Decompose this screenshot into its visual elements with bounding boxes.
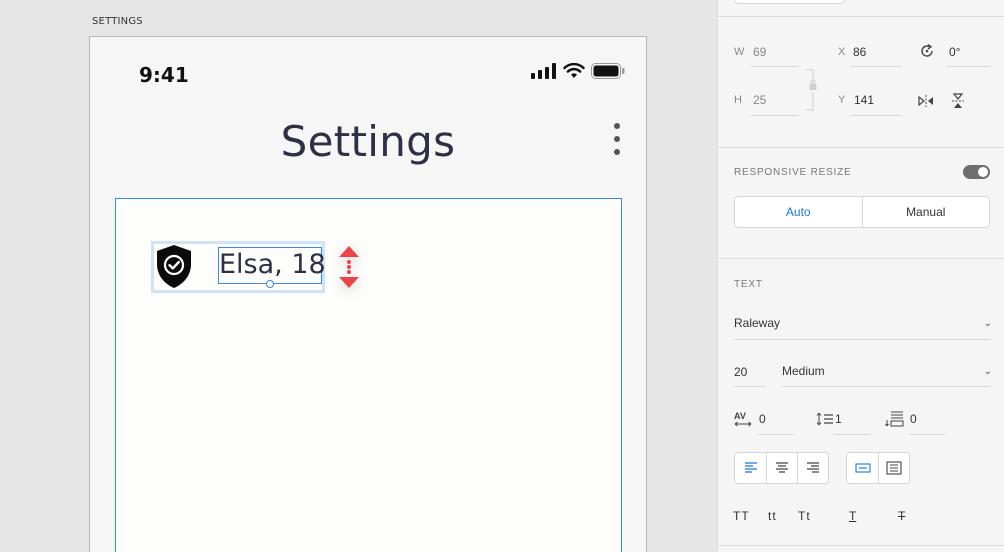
area-text-icon (886, 461, 902, 475)
status-bar-icons (531, 63, 625, 79)
constrain-proportions-lock-icon[interactable] (805, 68, 819, 112)
paragraph-spacing-underline (909, 434, 945, 435)
vertical-resize-cursor-icon (339, 246, 359, 288)
divider (718, 147, 1004, 148)
underline-button[interactable]: T (849, 509, 856, 523)
top-dropdown[interactable] (734, 0, 845, 4)
flip-vertical-icon[interactable] (951, 93, 965, 109)
lowercase-button[interactable]: tt (768, 509, 777, 523)
resize-mode-manual-button[interactable]: Manual (863, 197, 990, 227)
profile-card[interactable]: Elsa, 18 (115, 198, 622, 552)
artboard[interactable]: 9:41 Settings Elsa, 18 (89, 36, 647, 552)
cellular-signal-icon (531, 63, 556, 79)
text-alignment-group (734, 452, 829, 484)
x-field-underline (851, 66, 901, 67)
strikethrough-button[interactable]: T (898, 509, 905, 523)
line-spacing-icon (816, 412, 833, 426)
height-field[interactable]: 25 (753, 93, 766, 107)
font-size-field[interactable]: 20 (734, 365, 747, 379)
x-field[interactable]: 86 (853, 45, 866, 59)
wifi-icon (563, 63, 585, 78)
svg-text:AV: AV (734, 411, 746, 421)
rotate-icon (921, 43, 933, 57)
character-spacing-underline (758, 434, 794, 435)
width-field-underline (751, 66, 798, 67)
text-section-title: TEXT (734, 279, 763, 290)
design-canvas[interactable]: SETTINGS 9:41 Settings Elsa, 18 (0, 0, 717, 552)
align-left-button[interactable] (735, 453, 766, 483)
screen-title[interactable]: Settings (90, 117, 646, 166)
rotation-field-underline (947, 66, 990, 67)
status-bar-time: 9:41 (139, 63, 189, 87)
text-resize-handle[interactable] (266, 280, 274, 288)
font-size-underline (734, 386, 765, 387)
height-label: H (734, 94, 742, 106)
auto-width-text-button[interactable] (847, 453, 878, 483)
align-center-button[interactable] (766, 453, 797, 483)
character-spacing-icon: AV (734, 411, 752, 427)
fixed-size-text-button[interactable] (878, 453, 909, 483)
text-box-type-group (846, 452, 910, 484)
battery-icon (591, 63, 625, 79)
width-field[interactable]: 69 (753, 45, 766, 59)
line-spacing-field[interactable]: 1 (835, 412, 842, 426)
font-family-dropdown[interactable]: Raleway ⌄ (734, 316, 992, 330)
character-spacing-field[interactable]: 0 (759, 412, 766, 426)
titlecase-button[interactable]: Tt (798, 509, 811, 523)
align-right-button[interactable] (797, 453, 828, 483)
artboard-label[interactable]: SETTINGS (92, 16, 143, 27)
point-text-icon (854, 463, 871, 473)
responsive-resize-title: RESPONSIVE RESIZE (734, 167, 852, 178)
verified-shield-icon[interactable] (153, 242, 195, 290)
paragraph-spacing-icon (885, 411, 904, 427)
font-weight-underline (782, 386, 990, 387)
font-family-underline (734, 339, 990, 340)
divider (718, 258, 1004, 259)
resize-mode-auto-button[interactable]: Auto (735, 197, 863, 227)
flip-horizontal-icon[interactable] (918, 94, 934, 108)
y-label: Y (838, 94, 846, 106)
more-options-icon[interactable] (610, 123, 624, 155)
chevron-down-icon: ⌄ (983, 317, 992, 329)
font-family-value: Raleway (734, 316, 781, 330)
divider (718, 545, 1004, 546)
divider (718, 16, 1004, 17)
align-right-icon (807, 462, 819, 473)
x-label: X (838, 46, 846, 58)
font-weight-dropdown[interactable]: Medium ⌄ (782, 364, 992, 378)
align-left-icon (744, 462, 757, 473)
resize-mode-segmented-control: Auto Manual (734, 196, 990, 228)
width-label: W (734, 46, 745, 58)
line-spacing-underline (834, 434, 870, 435)
height-field-underline (751, 115, 798, 116)
chevron-down-icon: ⌄ (983, 365, 992, 377)
property-inspector: W 69 X 86 0° H 25 Y 141 RESPONSIVE RESIZ… (717, 0, 1004, 552)
y-field-underline (851, 115, 901, 116)
y-field[interactable]: 141 (854, 93, 874, 107)
rotation-field[interactable]: 0° (949, 45, 960, 59)
paragraph-spacing-field[interactable]: 0 (910, 412, 917, 426)
font-weight-value: Medium (782, 364, 825, 378)
uppercase-button[interactable]: TT (733, 509, 750, 523)
profile-name-text[interactable]: Elsa, 18 (219, 247, 326, 283)
align-center-icon (776, 462, 788, 473)
responsive-resize-toggle[interactable] (963, 165, 990, 179)
